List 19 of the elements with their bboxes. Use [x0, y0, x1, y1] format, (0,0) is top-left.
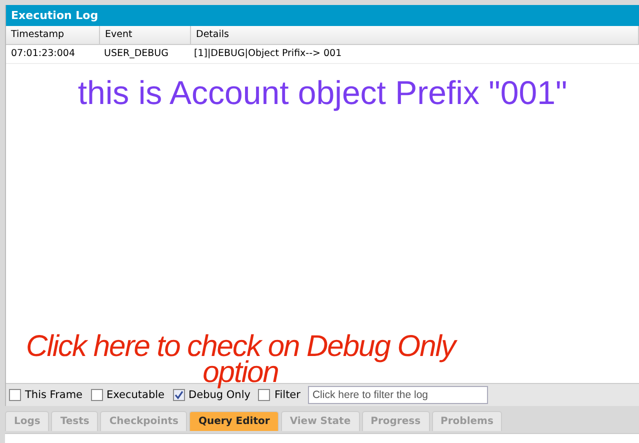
checkbox-icon[interactable] [258, 389, 270, 401]
table-cell-text: 07:01:23:004 [10, 47, 76, 61]
checkbox-icon[interactable] [172, 389, 185, 401]
column-header[interactable]: Details [191, 26, 639, 44]
checkbox-icon[interactable] [9, 389, 21, 401]
panel-title: Execution Log [6, 5, 639, 26]
annotation-text: this is Account object Prefix "001" [76, 74, 568, 112]
table-cell-text: [1]|DEBUG|Object Prifix--> 001 [193, 47, 343, 61]
callout-text: Click here to check on Debug Only option [8, 334, 473, 386]
filter-checkbox[interactable]: Debug Only [172, 389, 250, 401]
column-header[interactable]: Timestamp [6, 26, 100, 44]
filter-checkbox[interactable]: This Frame [9, 389, 83, 401]
table-cell-text: USER_DEBUG [103, 47, 170, 61]
checkbox-icon[interactable] [90, 389, 103, 401]
filter-checkbox[interactable]: Filter [258, 389, 300, 401]
filter-checkbox[interactable]: Executable [90, 389, 165, 401]
tab[interactable]: Query Editor [189, 411, 279, 431]
filter-input-field[interactable]: Click here to filter the log [308, 386, 488, 404]
column-header[interactable]: Event [100, 26, 191, 44]
